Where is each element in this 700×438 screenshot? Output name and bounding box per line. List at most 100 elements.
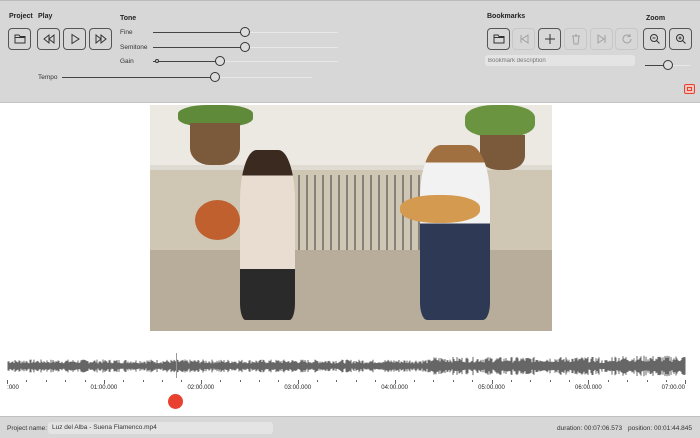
open-project-button[interactable] <box>8 28 31 50</box>
gain-label: Gain <box>120 58 134 65</box>
fine-slider-thumb[interactable] <box>240 27 250 37</box>
time-tick <box>627 380 629 382</box>
video-plant-right <box>465 105 535 137</box>
duration-text: duration: 00:07:06.573 <box>557 425 623 432</box>
fast-forward-icon <box>95 33 107 45</box>
time-label: 02:00.000 <box>187 385 215 391</box>
zoom-out-icon <box>649 34 660 44</box>
time-label: 01:00.000 <box>90 385 118 391</box>
time-tick <box>375 380 377 382</box>
fine-slider[interactable] <box>153 27 338 37</box>
video-guitarist <box>420 145 490 320</box>
time-tick <box>258 380 260 382</box>
play-label: Play <box>38 13 53 20</box>
time-tick <box>7 380 8 384</box>
project-label: Project <box>9 13 33 20</box>
zoom-slider[interactable] <box>645 60 690 70</box>
next-bookmark-button[interactable] <box>590 28 613 50</box>
video-singer <box>240 150 295 320</box>
semitone-label: Semitone <box>120 44 148 51</box>
add-bookmark-button[interactable] <box>538 28 561 50</box>
video-icon <box>687 87 692 91</box>
time-tick <box>336 380 338 382</box>
tempo-label: Tempo <box>38 74 58 81</box>
time-tick <box>26 380 28 382</box>
time-label: :000 <box>7 385 19 391</box>
delete-bookmark-button[interactable] <box>564 28 587 50</box>
folder-icon <box>493 34 504 44</box>
time-tick <box>84 380 86 382</box>
trash-icon <box>571 34 580 45</box>
fast-forward-button[interactable] <box>89 28 112 50</box>
time-tick <box>549 380 551 382</box>
time-tick <box>297 380 299 384</box>
video-toggle-button[interactable] <box>684 84 695 94</box>
rewind-icon <box>42 33 54 45</box>
zoom-in-button[interactable] <box>669 28 692 50</box>
tone-label: Tone <box>120 15 137 22</box>
video-player[interactable] <box>150 105 552 331</box>
time-tick <box>123 380 125 382</box>
time-tick <box>317 380 319 382</box>
time-tick <box>65 380 67 382</box>
refresh-icon <box>622 34 631 44</box>
time-tick <box>162 380 164 382</box>
video-pot-left <box>190 123 240 165</box>
playhead[interactable] <box>176 353 178 378</box>
bookmark-description-input[interactable] <box>485 55 635 66</box>
semitone-slider[interactable] <box>153 42 338 52</box>
time-tick <box>142 380 144 382</box>
time-tick <box>530 380 532 382</box>
tempo-slider-thumb[interactable] <box>210 72 220 82</box>
waveform-path <box>7 355 686 377</box>
video-ground <box>150 250 552 331</box>
tempo-slider[interactable] <box>62 72 312 82</box>
time-label: 04:00.000 <box>381 385 408 391</box>
loop-bookmark-button[interactable] <box>615 28 638 50</box>
skip-forward-icon <box>597 34 605 44</box>
time-tick <box>433 380 435 382</box>
playhead-marker[interactable] <box>168 394 184 409</box>
fine-label: Fine <box>120 29 133 36</box>
time-tick <box>103 380 105 384</box>
time-tick <box>394 380 396 384</box>
time-tick <box>452 380 454 382</box>
skip-back-icon <box>520 34 528 44</box>
project-name-label: Project name: <box>7 425 48 432</box>
zoom-slider-thumb[interactable] <box>663 60 673 70</box>
zoom-in-icon <box>675 34 686 44</box>
zoom-label: Zoom <box>646 15 666 22</box>
plus-icon <box>544 34 555 44</box>
time-tick <box>472 380 474 382</box>
time-tick <box>278 380 280 382</box>
open-bookmarks-button[interactable] <box>487 28 510 50</box>
bookmarks-label: Bookmarks <box>487 13 526 20</box>
project-name-field[interactable]: Luz del Alba - Suena Flamenco.mp4 <box>48 422 273 434</box>
play-button[interactable] <box>63 28 86 50</box>
play-icon <box>71 33 80 45</box>
time-tick <box>413 380 415 382</box>
time-tick <box>200 380 202 384</box>
time-tick <box>181 380 183 382</box>
gain-slider-thumb[interactable] <box>215 56 225 66</box>
time-label: 03:00.000 <box>284 385 312 391</box>
video-pot-right <box>480 135 525 170</box>
gain-slider[interactable] <box>153 56 338 66</box>
previous-bookmark-button[interactable] <box>512 28 535 50</box>
gain-marker <box>155 59 159 63</box>
time-tick <box>607 380 609 382</box>
time-tick <box>355 380 357 382</box>
zoom-out-button[interactable] <box>643 28 666 50</box>
time-label: 07:00.00 <box>661 385 685 391</box>
time-tick <box>685 380 687 384</box>
toolbar: Project Play Tone Fine Semitone Gain Tem… <box>0 0 700 103</box>
video-jug <box>195 200 240 240</box>
time-tick <box>665 380 667 382</box>
folder-icon <box>14 34 25 44</box>
time-tick <box>646 380 648 382</box>
semitone-slider-thumb[interactable] <box>240 42 250 52</box>
rewind-button[interactable] <box>37 28 60 50</box>
time-label: 05:00.000 <box>478 385 505 391</box>
status-bar: Project name: Luz del Alba - Suena Flame… <box>0 416 700 438</box>
video-guitar <box>400 195 480 223</box>
